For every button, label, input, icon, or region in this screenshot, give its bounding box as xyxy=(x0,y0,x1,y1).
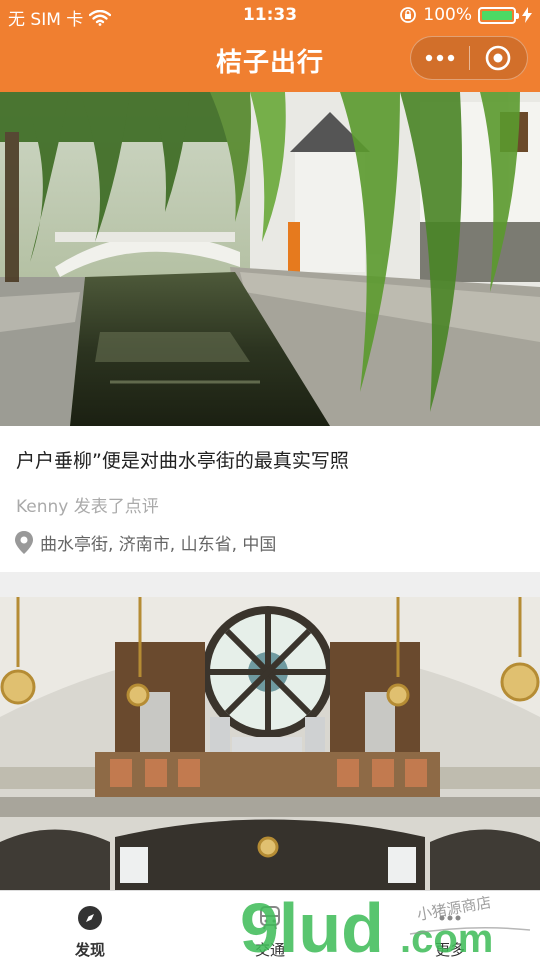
more-menu-button[interactable] xyxy=(411,37,469,79)
church-organ-photo-image xyxy=(0,597,540,890)
bottom-tab-bar: 发现 交通 更多 xyxy=(0,890,540,960)
tab-discover[interactable]: 发现 xyxy=(0,891,180,960)
target-icon xyxy=(485,45,511,71)
location-pin-icon xyxy=(15,530,33,554)
feed-photo[interactable] xyxy=(0,597,540,890)
tab-more[interactable]: 更多 xyxy=(360,891,540,960)
ellipsis-icon xyxy=(425,54,454,62)
canal-photo-image xyxy=(0,92,540,426)
battery-icon xyxy=(478,6,519,24)
location-row[interactable]: 曲水亭街, 济南市, 山东省, 中国 xyxy=(14,530,276,555)
tab-discover-label: 发现 xyxy=(74,941,105,959)
location-text: 曲水亭街, 济南市, 山东省, 中国 xyxy=(40,535,277,555)
status-bar: 无 SIM 卡 11:33 100% xyxy=(0,0,540,30)
feed-card[interactable] xyxy=(0,597,540,890)
more-icon xyxy=(439,915,461,921)
tab-transport[interactable]: 交通 xyxy=(180,891,360,960)
feed-photo[interactable] xyxy=(0,92,540,426)
author-name[interactable]: Kenny xyxy=(16,497,68,517)
battery-percent: 100% xyxy=(423,5,472,25)
charging-icon xyxy=(522,7,532,23)
feed-caption[interactable]: 户户垂柳”便是对曲水亭街的最真实写照 xyxy=(16,446,349,473)
author-action: 发表了点评 xyxy=(73,497,159,517)
feed-list[interactable]: 户户垂柳”便是对曲水亭街的最真实写照 Kenny 发表了点评 曲水亭街, 济南市… xyxy=(0,92,540,890)
feed-card[interactable]: 户户垂柳”便是对曲水亭街的最真实写照 Kenny 发表了点评 曲水亭街, 济南市… xyxy=(0,92,540,572)
bus-icon xyxy=(260,906,280,930)
status-right: 100% xyxy=(399,5,532,25)
compass-icon xyxy=(78,906,102,930)
rotation-lock-icon xyxy=(400,7,417,23)
top-bar: 无 SIM 卡 11:33 100% 桔子出行 xyxy=(0,0,540,92)
tab-transport-label: 交通 xyxy=(254,941,285,959)
tab-more-label: 更多 xyxy=(434,941,465,959)
close-mini-program-button[interactable] xyxy=(469,37,527,79)
feed-meta: Kenny 发表了点评 xyxy=(16,492,159,517)
mini-program-capsule xyxy=(410,36,528,80)
